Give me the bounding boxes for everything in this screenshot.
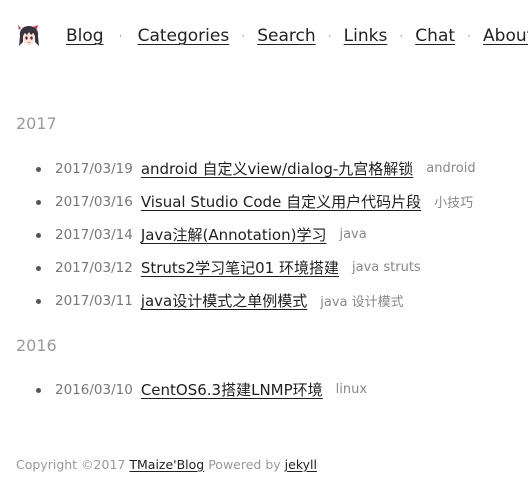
bullet [36,232,41,238]
copyright-text: Copyright ©2017 [16,457,126,472]
post-title-link[interactable]: CentOS6.3搭建LNMP环境 [141,379,323,400]
list-item: 2017/03/14 Java注解(Annotation)学习 java [36,218,526,251]
nav-separator: · [467,29,471,43]
nav-blog-link[interactable]: Blog [66,26,104,46]
post-date: 2017/03/12 [55,259,133,276]
main-nav: Blog · Categories · Search · Links · Cha… [66,24,528,48]
powered-by-text: Powered by [208,457,281,472]
bullet [36,387,41,393]
post-date: 2017/03/14 [55,226,133,243]
post-title-link[interactable]: java设计模式之单例模式 [141,290,307,311]
nav-links-link[interactable]: Links [344,26,388,46]
nav-separator: · [118,29,123,43]
post-tags: java [339,227,367,242]
post-title-link[interactable]: Visual Studio Code 自定义用户代码片段 [141,191,421,212]
post-tags: 小技巧 [434,196,474,211]
post-date: 2017/03/16 [55,193,133,210]
post-date: 2017/03/19 [55,160,133,177]
post-tags: linux [335,382,368,397]
list-item: 2017/03/16 Visual Studio Code 自定义用户代码片段 … [36,185,526,218]
nav-categories-link[interactable]: Categories [138,26,230,46]
year-heading-2017: 2017 [16,114,57,133]
bullet [36,166,41,172]
nav-chat-link[interactable]: Chat [415,26,455,46]
post-date: 2017/03/11 [55,292,133,309]
jekyll-link[interactable]: jekyll [285,457,317,472]
list-item: 2017/03/12 Struts2学习笔记01 环境搭建 java strut… [36,251,526,284]
post-list-2016: 2016/03/10 CentOS6.3搭建LNMP环境 linux [36,373,526,406]
bullet [36,199,41,205]
anime-girl-avatar-icon[interactable] [16,24,42,50]
list-item: 2017/03/11 java设计模式之单例模式 java 设计模式 [36,284,526,317]
list-item: 2017/03/19 android 自定义view/dialog-九宫格解锁 … [36,152,526,185]
post-tags: java 设计模式 [320,295,404,310]
site-header: Blog · Categories · Search · Links · Cha… [0,0,528,70]
bullet [36,265,41,271]
site-name-link[interactable]: TMaize'Blog [129,457,204,472]
post-tags: android [426,161,476,176]
year-heading-2016: 2016 [16,336,57,355]
nav-search-link[interactable]: Search [257,26,315,46]
nav-about-link[interactable]: About [483,26,528,46]
nav-separator: · [241,29,246,43]
post-date: 2016/03/10 [55,381,133,398]
post-title-link[interactable]: android 自定义view/dialog-九宫格解锁 [141,158,413,179]
site-footer: Copyright ©2017 TMaize'Blog Powered by j… [16,457,317,472]
list-item: 2016/03/10 CentOS6.3搭建LNMP环境 linux [36,373,526,406]
post-title-link[interactable]: Java注解(Annotation)学习 [141,224,327,245]
post-tags: java struts [352,260,421,275]
post-list-2017: 2017/03/19 android 自定义view/dialog-九宫格解锁 … [36,152,526,317]
nav-separator: · [399,29,404,43]
bullet [36,298,41,304]
nav-separator: · [327,29,332,43]
post-title-link[interactable]: Struts2学习笔记01 环境搭建 [141,257,339,278]
